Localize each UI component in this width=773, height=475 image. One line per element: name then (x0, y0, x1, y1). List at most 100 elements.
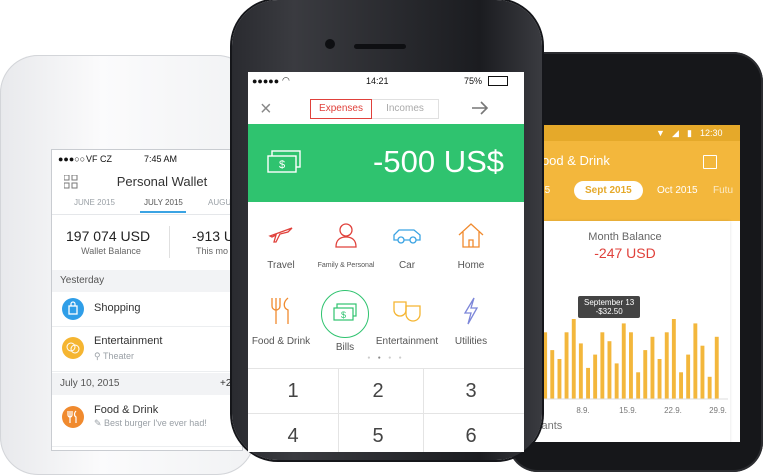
chart-bar[interactable] (671, 319, 676, 399)
tab-incomes[interactable]: Incomes (372, 99, 439, 119)
category-food-drink[interactable]: Food & Drink (248, 296, 314, 347)
chart-bar[interactable] (650, 336, 655, 399)
key-5[interactable]: 5 (333, 414, 424, 452)
row-subtitle: ✎ Best burger I've ever had! (94, 418, 207, 428)
category-home[interactable]: Home (438, 220, 504, 271)
list-icon[interactable] (703, 155, 717, 169)
chart-bar[interactable] (679, 372, 683, 399)
row-name: Entertainment (94, 335, 163, 347)
right-phone-screen: ▼ ◢ ▮ 12:30 Food & Drink ug 2015 Sept 20… (510, 125, 740, 442)
amount-display[interactable]: -500 US$ (373, 144, 504, 180)
chart-bar[interactable] (607, 341, 612, 399)
app-bar: Food & Drink ug 2015 Sept 2015 Oct 2015 … (510, 141, 740, 221)
category-car[interactable]: Car (374, 220, 440, 271)
row-name: Shopping (94, 302, 141, 314)
left-phone-screen: ●●●○○ VF CZ 7:45 AM Personal Wallet JUNE… (52, 150, 242, 450)
chart-bar[interactable] (586, 367, 590, 399)
status-bar: ●●●●● ◠ 14:21 75% (248, 72, 524, 90)
chart-bar[interactable] (578, 343, 583, 399)
category-label: Car (398, 260, 416, 271)
chart-bar[interactable] (571, 319, 576, 399)
category-utilities[interactable]: Utilities (438, 296, 504, 347)
svg-text:$: $ (279, 159, 285, 171)
tab-month-active[interactable]: Sept 2015 (574, 181, 643, 200)
chart-bar[interactable] (557, 359, 562, 399)
chart-bar[interactable] (564, 332, 569, 399)
category-label: Utilities (454, 336, 488, 347)
chart-bar[interactable] (664, 332, 669, 399)
page-title: Food & Drink (534, 153, 610, 168)
chart-bar[interactable] (543, 332, 548, 399)
chart-bar[interactable] (700, 345, 705, 399)
chart-bar[interactable] (686, 354, 691, 399)
person-icon (331, 220, 361, 250)
shopping-bag-icon (62, 298, 84, 320)
tab-month[interactable]: Futu (713, 185, 733, 196)
car-icon (392, 220, 422, 250)
selected-ring: $ (321, 290, 369, 338)
tab-expenses[interactable]: Expenses (310, 99, 372, 119)
chart-bar[interactable] (550, 350, 555, 399)
row-name: Food & Drink (94, 404, 159, 416)
fork-knife-icon (266, 296, 296, 326)
tab-month[interactable]: JUNE 2015 (74, 198, 115, 207)
balance-card: Month Balance -247 USD 1.9.8.9.15.9.22.9… (520, 221, 730, 442)
month-tabs: JUNE 2015 JULY 2015 AUGU (52, 198, 242, 215)
chart-bar[interactable] (621, 323, 626, 399)
chart-bar[interactable] (636, 372, 641, 399)
chart-bar[interactable] (693, 323, 698, 399)
key-6[interactable]: 6 (418, 414, 524, 452)
key-1[interactable]: 1 (248, 369, 339, 414)
chart-bar[interactable] (600, 332, 605, 399)
category-label: Travel (267, 260, 295, 271)
list-item[interactable]: Entertainment ⚲ Theater -1 (52, 327, 242, 372)
category-label: Family & Personal (317, 262, 375, 269)
month-balance-value: -913 U (192, 228, 235, 244)
tab-month[interactable]: Oct 2015 (657, 185, 698, 196)
list-item[interactable]: Shopping -1 (52, 292, 242, 327)
speaker-grille (354, 44, 406, 49)
wallet-balance-label: Wallet Balance (81, 246, 141, 256)
key-4[interactable]: 4 (248, 414, 339, 452)
chart-bar[interactable] (629, 332, 633, 399)
signal-icon: ●●●●● (252, 76, 280, 86)
signal-icon: ◢ (672, 128, 679, 138)
tab-month[interactable]: AUGU (208, 198, 231, 207)
chart-bar[interactable] (714, 336, 719, 399)
category-travel[interactable]: Travel (248, 220, 314, 271)
month-balance-label: This mo (196, 246, 229, 256)
plane-icon (266, 220, 296, 250)
status-bar: ▼ ◢ ▮ 12:30 (510, 125, 740, 141)
keypad: 1 2 3 4 5 6 (248, 368, 524, 452)
status-bar: ●●●○○ VF CZ 7:45 AM (52, 150, 242, 168)
category-entertainment[interactable]: Entertainment (374, 296, 440, 347)
category-label: Home (457, 260, 485, 271)
tab-month-active[interactable]: JULY 2015 (144, 198, 183, 207)
tooltip-value: -$32.50 (595, 307, 623, 316)
category-family-personal[interactable]: Family & Personal (313, 220, 379, 269)
close-icon[interactable]: × (260, 98, 272, 121)
month-balance-value: -247 USD (594, 245, 656, 261)
chart-bar[interactable] (614, 363, 619, 399)
row-subtitle: ⚲ Theater (94, 351, 134, 361)
category-label: Entertainment (375, 336, 439, 347)
category-label: Food & Drink (251, 336, 311, 347)
list-item[interactable]: Food & Drink ✎ Best burger I've ever had… (52, 396, 242, 447)
toolbar: × Expenses Incomes (248, 92, 524, 125)
category-bills[interactable]: $ Bills (312, 290, 378, 353)
key-2[interactable]: 2 (333, 369, 424, 414)
x-tick-label: 22.9. (664, 406, 682, 415)
x-tick-label: 8.9. (576, 406, 589, 415)
key-3[interactable]: 3 (418, 369, 524, 414)
section-header: July 10, 2015 +2 (52, 373, 242, 395)
arrow-right-icon[interactable] (470, 99, 490, 122)
house-icon (456, 220, 486, 250)
section-header: Yesterday (52, 270, 242, 292)
note-icon: ✎ (94, 418, 105, 428)
chart-bar[interactable] (707, 376, 712, 399)
chart-bar[interactable] (643, 350, 648, 399)
location-pin-icon: ⚲ (94, 351, 103, 361)
chart-bar[interactable] (657, 359, 662, 399)
chart-bar[interactable] (593, 354, 598, 399)
bills-icon: $ (333, 303, 357, 321)
